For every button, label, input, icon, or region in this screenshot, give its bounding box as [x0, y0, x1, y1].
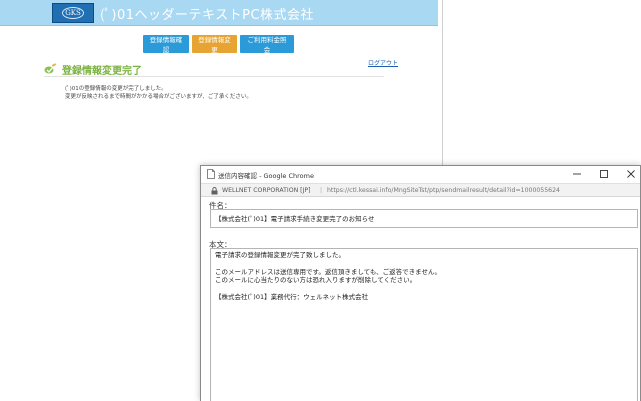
nav-button-view-registration[interactable]: 登録情報確認 [143, 35, 189, 54]
completion-message: (ﾟ)01の登録情報の変更が完了しました。 [65, 86, 167, 92]
body-line-blank [215, 260, 633, 268]
close-icon [627, 170, 635, 178]
logo-emblem: GKS [62, 7, 84, 19]
logo-text: GKS [65, 9, 81, 17]
url-text[interactable]: https://ctl.kessai.info/MngSiteTst/ptp/s… [327, 187, 560, 194]
body-line: 電子請求の登録情報変更が完了致しました。 [215, 251, 345, 259]
mail-content: 件名： 【株式会社(ﾟ)01】電子請求手続き変更完了のお知らせ 本文： 電子請求… [201, 198, 640, 401]
chrome-popup-window: 送信内容確認 - Google Chrome WELLNET CORPORATI… [200, 165, 641, 401]
window-title: 送信内容確認 - Google Chrome [218, 172, 314, 180]
window-titlebar[interactable]: 送信内容確認 - Google Chrome [201, 166, 640, 183]
subject-field[interactable]: 【株式会社(ﾟ)01】電子請求手続き変更完了のお知らせ [210, 209, 638, 228]
body-line: 【株式会社(ﾟ)01】業務代行：ウェルネット株式会社 [215, 292, 369, 301]
body-line-blank [215, 285, 633, 293]
company-logo[interactable]: GKS [52, 3, 94, 23]
nav-button-change-registration[interactable]: 登録情報変更 [192, 35, 237, 54]
lock-icon[interactable] [211, 187, 218, 195]
section-title: 登録情報変更完了 [62, 66, 142, 77]
maximize-icon [600, 170, 608, 178]
site-header: GKS (ﾟ)01ヘッダーテキストPC株式会社 [0, 0, 438, 26]
site-identity: WELLNET CORPORATION [JP] [222, 187, 311, 194]
body-line: このメールに心当たりのない方は恐れ入りますが削除してください。 [215, 276, 417, 284]
logout-link[interactable]: ログアウト [368, 58, 398, 67]
site-title: (ﾟ)01ヘッダーテキストPC株式会社 [100, 8, 315, 23]
maximize-button[interactable] [597, 168, 611, 180]
nav-button-billing-inquiry[interactable]: ご利用料金照会 [240, 35, 294, 54]
check-pencil-icon [44, 63, 57, 74]
main-nav: 登録情報確認 登録情報変更 ご利用料金照会 [143, 35, 294, 54]
reflection-notice: 変更が反映されるまで時間がかかる場合がございますが、ご了承ください。 [65, 94, 252, 100]
minimize-icon [573, 173, 581, 175]
address-separator: | [320, 187, 323, 194]
close-button[interactable] [624, 168, 638, 180]
address-bar[interactable]: WELLNET CORPORATION [JP] | https://ctl.k… [201, 183, 640, 197]
minimize-button[interactable] [570, 168, 584, 180]
section-divider [44, 76, 384, 77]
page-icon [207, 169, 215, 179]
body-field[interactable]: 電子請求の登録情報変更が完了致しました。 このメールアドレスは送信専用です。返信… [210, 248, 638, 401]
body-line: このメールアドレスは送信専用です。返信頂きましても、ご返答できません。 [215, 267, 441, 276]
